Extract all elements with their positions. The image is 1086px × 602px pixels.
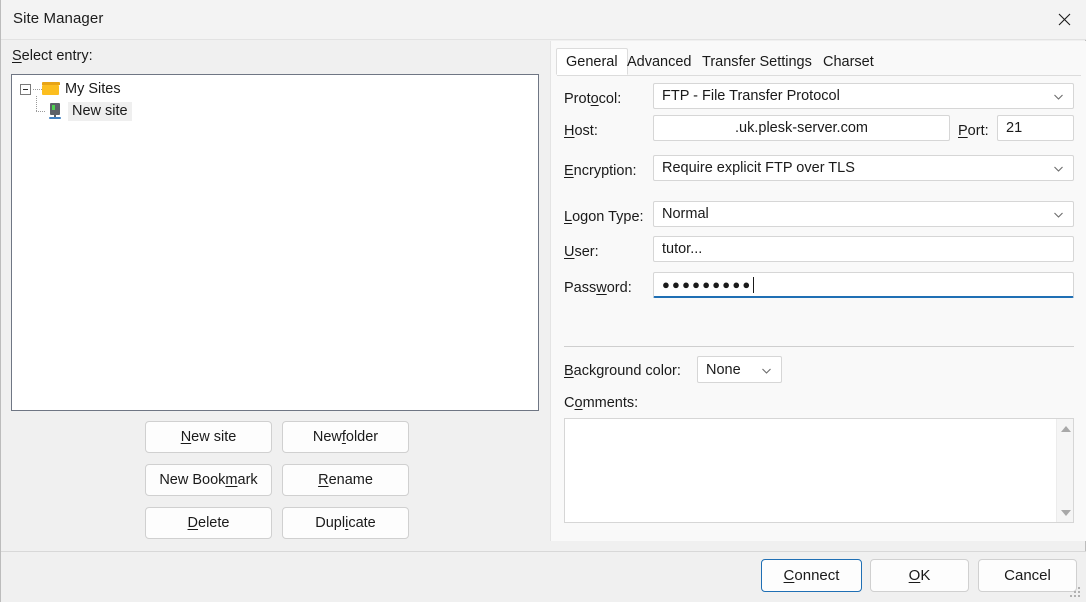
tree-connector: [20, 96, 47, 122]
logon-type-label: Logon Type:: [564, 209, 644, 225]
rename-button[interactable]: Rename: [282, 464, 409, 496]
password-value: ●●●●●●●●●: [662, 277, 753, 292]
chevron-down-icon: [1053, 209, 1064, 220]
user-input[interactable]: tutor...: [653, 236, 1074, 262]
site-tree[interactable]: My Sites New site: [11, 74, 539, 411]
host-input[interactable]: .uk.plesk-server.com: [653, 115, 950, 141]
protocol-value: FTP - File Transfer Protocol: [662, 88, 840, 104]
logon-type-select[interactable]: Normal: [653, 201, 1074, 227]
logon-type-value: Normal: [662, 206, 709, 222]
close-icon: [1058, 13, 1071, 26]
new-bookmark-button[interactable]: New Book m ark: [145, 464, 272, 496]
encryption-label: Encryption:: [564, 163, 637, 179]
background-color-label: Background color:: [564, 363, 681, 379]
site-manager-dialog: Site Manager Select entry: My Sites New: [0, 0, 1086, 602]
ok-button[interactable]: OK: [870, 559, 969, 592]
scroll-up-icon[interactable]: [1057, 420, 1074, 437]
protocol-select[interactable]: FTP - File Transfer Protocol: [653, 83, 1074, 109]
user-label: User:: [564, 244, 599, 260]
new-site-button[interactable]: New site: [145, 421, 272, 453]
tree-item-new-site[interactable]: New site: [20, 96, 132, 122]
scroll-down-icon[interactable]: [1057, 504, 1074, 521]
chevron-down-icon: [1053, 91, 1064, 102]
chevron-down-icon: [1053, 163, 1064, 174]
background-color-select[interactable]: None: [697, 356, 782, 383]
tree-connector: [33, 88, 42, 90]
tree-item-label: My Sites: [65, 81, 121, 97]
user-value: tutor...: [662, 241, 703, 257]
background-color-value: None: [706, 361, 741, 378]
host-label: Host:: [564, 123, 598, 139]
comments-scrollbar[interactable]: [1056, 419, 1073, 522]
port-value: 21: [1006, 120, 1023, 136]
resize-grip[interactable]: [1068, 585, 1082, 599]
title-bar: Site Manager: [1, 0, 1086, 40]
connect-button[interactable]: Connect: [761, 559, 862, 592]
host-value: .uk.plesk-server.com: [735, 120, 868, 136]
comments-label: Comments:: [564, 395, 639, 411]
protocol-label: Protocol:: [564, 91, 622, 107]
password-input[interactable]: ●●●●●●●●●: [653, 272, 1074, 298]
port-label: Port:: [958, 123, 989, 139]
delete-button[interactable]: Delete: [145, 507, 272, 539]
section-divider: [564, 346, 1074, 347]
duplicate-button[interactable]: Dupl i cate: [282, 507, 409, 539]
folder-icon: [42, 81, 60, 97]
tab-transfer-settings[interactable]: Transfer Settings: [693, 48, 821, 75]
server-icon: [47, 102, 63, 120]
collapse-toggle-icon[interactable]: [20, 83, 31, 95]
select-entry-label: Select entry:: [12, 48, 93, 64]
close-button[interactable]: [1041, 0, 1086, 39]
encryption-select[interactable]: Require explicit FTP over TLS: [653, 155, 1074, 181]
general-tab-panel: Protocol: FTP - File Transfer Protocol H…: [557, 75, 1081, 541]
text-caret: [753, 276, 755, 293]
tree-item-label: New site: [68, 101, 132, 121]
password-label: Password:: [564, 280, 632, 296]
new-folder-button[interactable]: New f older: [282, 421, 409, 453]
tab-strip: General Advanced Transfer Settings Chars…: [550, 48, 1086, 75]
chevron-down-icon: [761, 364, 772, 375]
window-title: Site Manager: [13, 10, 104, 27]
port-input[interactable]: 21: [997, 115, 1074, 141]
tab-advanced[interactable]: Advanced: [618, 48, 701, 75]
tab-general[interactable]: General: [556, 48, 628, 75]
comments-textarea[interactable]: [564, 418, 1074, 523]
cancel-button[interactable]: Cancel: [978, 559, 1077, 592]
encryption-value: Require explicit FTP over TLS: [662, 160, 855, 176]
tab-charset[interactable]: Charset: [814, 48, 883, 75]
